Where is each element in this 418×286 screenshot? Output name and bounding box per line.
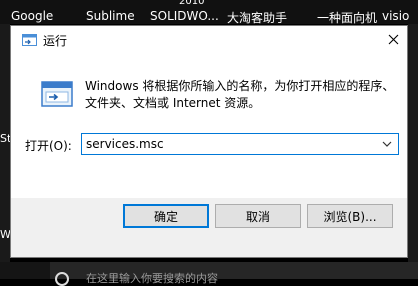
- taskbar-search-hint: 在这里输入你要搜索的内容: [86, 272, 218, 285]
- chevron-down-icon[interactable]: [380, 136, 394, 152]
- dialog-description: Windows 将根据你所输入的名称，为你打开相应的程序、文件夹、文档或 Int…: [85, 79, 395, 110]
- close-icon: [388, 34, 398, 44]
- close-button[interactable]: [379, 26, 407, 52]
- browse-button[interactable]: 浏览(B)...: [307, 204, 393, 228]
- ok-button[interactable]: 确定: [123, 204, 209, 228]
- search-icon[interactable]: [55, 272, 69, 286]
- desktop-item-sublime[interactable]: Sublime: [86, 9, 135, 23]
- desktop-item-document[interactable]: 一种面向机: [317, 9, 377, 26]
- command-input[interactable]: services.msc: [81, 133, 399, 155]
- cancel-button[interactable]: 取消: [215, 204, 301, 228]
- run-dialog: 运行 Windows 将根据你所输入的名称，为你打开相应的程序、文件夹、文档或 …: [10, 25, 408, 258]
- desktop-item-visio[interactable]: visio: [382, 9, 409, 23]
- desktop-item-google[interactable]: Google: [11, 9, 53, 23]
- run-app-icon: [22, 34, 37, 46]
- desktop-icon-strip: Google Sublime SOLIDWO... 2010 大淘客助手 一种面…: [0, 0, 418, 26]
- run-window-icon: [41, 81, 73, 107]
- desktop-item-overflow-text: 2010: [179, 0, 205, 7]
- desktop-item-solidworks[interactable]: SOLIDWO...: [150, 9, 219, 23]
- open-label: 打开(O):: [25, 139, 72, 153]
- dialog-title: 运行: [43, 34, 68, 48]
- command-input-value[interactable]: services.msc: [86, 137, 164, 151]
- desktop-right-edge: [408, 24, 418, 278]
- desktop-item-dataoke[interactable]: 大淘客助手: [227, 9, 287, 26]
